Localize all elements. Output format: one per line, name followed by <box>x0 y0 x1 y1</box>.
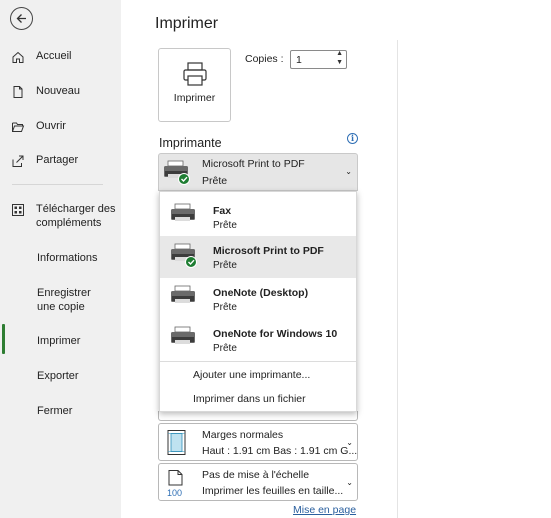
margins-detail: Haut : 1.91 cm Bas : 1.91 cm G... <box>202 445 358 457</box>
hidden-setting-peek: ▔ <box>158 411 358 421</box>
nav-label: Nouveau <box>36 85 81 97</box>
copies-value: 1 <box>296 54 302 66</box>
printer-icon <box>170 325 198 355</box>
margins-select[interactable]: Marges normales Haut : 1.91 cm Bas : 1.9… <box>158 423 358 461</box>
backstage-sidebar: Accueil Nouveau Ouvrir Partager Téléchar… <box>0 0 121 518</box>
scaling-select[interactable]: 100 Pas de mise à l'échelle Imprimer les… <box>158 463 358 501</box>
margins-name: Marges normales <box>202 429 284 441</box>
printer-status: Prête <box>213 343 237 354</box>
page-setup-link[interactable]: Mise en page <box>293 504 356 516</box>
chevron-down-icon[interactable]: ▼ <box>336 59 343 66</box>
printer-name: Fax <box>213 205 232 217</box>
chevron-down-icon: ⌄ <box>346 438 353 447</box>
scaling-name: Pas de mise à l'échelle <box>202 469 310 481</box>
scaling-detail: Imprimer les feuilles en taille... <box>202 485 344 497</box>
copies-label: Copies : <box>245 53 284 65</box>
scaling-icon: 100 <box>166 469 188 501</box>
nav-label: Accueil <box>36 50 72 62</box>
nav-label: Ouvrir <box>36 120 66 132</box>
dropdown-divider <box>160 361 356 362</box>
nav-new[interactable]: Nouveau <box>0 84 121 99</box>
nav-label: Imprimer <box>37 335 81 347</box>
folder-open-icon <box>0 119 36 134</box>
add-printer-option[interactable]: Ajouter une imprimante... <box>193 369 310 381</box>
chevron-up-icon[interactable]: ▲ <box>336 50 343 57</box>
printer-option-onenote-windows-10[interactable]: OneNote for Windows 10 Prête <box>160 319 356 361</box>
printer-ready-icon <box>163 159 191 189</box>
nav-label: Télécharger des compléments <box>36 203 116 229</box>
printer-ready-icon <box>170 242 198 272</box>
printer-option-microsoft-print-to-pdf[interactable]: Microsoft Print to PDF Prête <box>160 236 356 278</box>
print-button[interactable]: Imprimer <box>158 48 231 122</box>
nav-label: Enregistrer une copie <box>37 287 91 313</box>
printer-status: Prête <box>213 220 237 231</box>
nav-label: Partager <box>36 154 79 166</box>
nav-export[interactable]: Exporter <box>0 369 121 383</box>
printer-icon <box>170 202 198 232</box>
nav-get-addins[interactable]: Télécharger des compléments <box>0 202 121 230</box>
printer-name: OneNote (Desktop) <box>213 287 309 299</box>
sidebar-divider <box>12 184 103 185</box>
share-icon <box>0 153 36 168</box>
nav-save-copy[interactable]: Enregistrer une copie <box>0 286 121 314</box>
printer-section-title: Imprimante <box>159 136 222 150</box>
printer-option-onenote-desktop[interactable]: OneNote (Desktop) Prête <box>160 278 356 320</box>
nav-open[interactable]: Ouvrir <box>0 119 121 134</box>
nav-close[interactable]: Fermer <box>0 404 121 418</box>
margins-icon <box>166 429 188 459</box>
nav-home[interactable]: Accueil <box>0 49 121 64</box>
nav-print[interactable]: Imprimer <box>0 334 121 348</box>
selected-printer-status: Prête <box>202 175 228 187</box>
svg-text:100: 100 <box>167 488 182 498</box>
printer-name: Microsoft Print to PDF <box>213 245 324 257</box>
new-document-icon <box>0 84 36 99</box>
addins-icon <box>0 202 36 217</box>
printer-status: Prête <box>213 302 237 313</box>
selected-printer-name: Microsoft Print to PDF <box>202 158 305 170</box>
chevron-down-icon: ⌄ <box>346 478 353 487</box>
printer-select[interactable]: Microsoft Print to PDF Prête ⌄ <box>158 153 358 191</box>
printer-status: Prête <box>213 260 237 271</box>
home-icon <box>0 49 36 64</box>
nav-share[interactable]: Partager <box>0 153 121 168</box>
info-icon[interactable]: i <box>347 133 358 144</box>
preview-divider <box>397 40 398 518</box>
nav-info[interactable]: Informations <box>0 251 121 265</box>
copies-stepper[interactable]: 1 ▲ ▼ <box>290 50 347 69</box>
nav-label: Fermer <box>37 405 73 417</box>
page-title: Imprimer <box>155 15 219 32</box>
arrow-left-icon <box>16 14 26 23</box>
nav-label: Informations <box>37 252 98 264</box>
nav-label: Exporter <box>37 370 79 382</box>
printer-icon <box>182 62 207 86</box>
printer-dropdown-list: Fax Prête Microsoft Print to PDF Prête O… <box>159 191 357 412</box>
printer-option-fax[interactable]: Fax Prête <box>160 196 356 238</box>
print-button-label: Imprimer <box>173 92 216 104</box>
printer-icon <box>170 284 198 314</box>
back-button[interactable] <box>10 7 33 30</box>
chevron-down-icon: ⌄ <box>345 167 352 176</box>
print-to-file-option[interactable]: Imprimer dans un fichier <box>193 393 306 405</box>
printer-name: OneNote for Windows 10 <box>213 328 338 340</box>
